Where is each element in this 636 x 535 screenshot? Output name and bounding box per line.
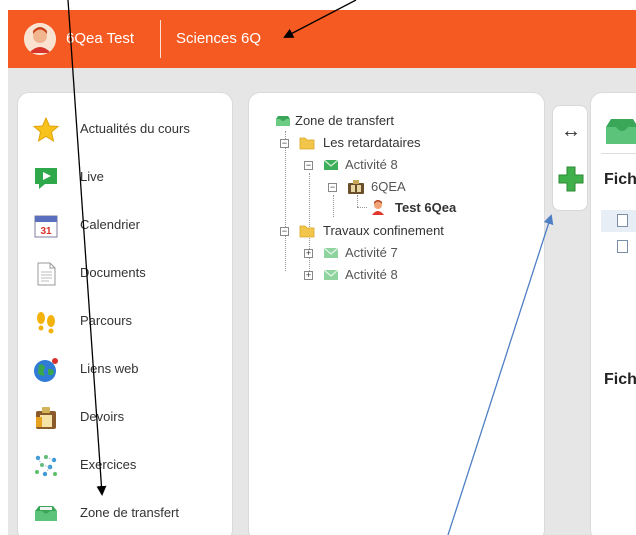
files-panel: Fich Fich (590, 92, 636, 535)
tree-expand-toggle[interactable]: + (304, 271, 313, 280)
envelope-icon (323, 159, 339, 170)
homework-icon (36, 407, 56, 429)
file-icon (617, 240, 628, 253)
add-item-button[interactable] (558, 166, 584, 192)
globe-icon (34, 358, 58, 382)
resize-panel-button[interactable]: ↔ (557, 120, 585, 142)
menu-item-zone-de-transfert[interactable]: Zone de transfert (18, 494, 234, 534)
transfer-tray-icon (35, 506, 57, 521)
folder-icon (299, 225, 315, 238)
tree-node-label: Les retardataires (323, 135, 421, 150)
tree-node-label: Activité 8 (345, 267, 398, 282)
exercises-icon (35, 455, 57, 477)
user-avatar[interactable] (24, 23, 56, 55)
star-icon (33, 117, 59, 143)
live-chat-icon (35, 168, 57, 189)
menu-item-live[interactable]: Live (18, 158, 234, 198)
calendar-day-number: 31 (40, 226, 52, 237)
green-plus-icon (558, 166, 584, 192)
file-icon (617, 214, 628, 227)
tree-node-label: Test 6Qea (395, 200, 457, 215)
group-briefcase-icon (348, 180, 364, 194)
calendar-icon: 31 (34, 215, 58, 238)
student-person-icon (372, 200, 384, 215)
menu-item-parcours[interactable]: Parcours (18, 302, 234, 342)
tree-collapse-toggle[interactable]: − (280, 227, 289, 236)
user-name[interactable]: 6Qea Test (66, 30, 134, 47)
tree-node-label: 6QEA (371, 179, 406, 194)
envelope-icon (323, 269, 339, 280)
transfer-tray-icon (276, 116, 290, 126)
header-divider (160, 20, 161, 58)
menu-item-devoirs[interactable]: Devoirs (18, 398, 234, 438)
tree-expand-toggle[interactable]: + (304, 249, 313, 258)
user-avatar-icon (24, 23, 56, 55)
folder-icon (299, 137, 315, 150)
menu-item-calendrier[interactable]: 31 Calendrier (18, 206, 234, 246)
menu-item-exercices[interactable]: Exercices (18, 446, 234, 486)
files-heading: Fich (604, 171, 636, 188)
course-title[interactable]: Sciences 6Q (176, 30, 261, 47)
files-heading: Fich (604, 371, 636, 388)
footprints-icon (37, 312, 55, 334)
tree-node-label: Activité 7 (345, 245, 398, 260)
envelope-icon (323, 247, 339, 258)
top-header: 6Qea Test Sciences 6Q (8, 10, 636, 68)
resize-arrows-icon: ↔ (561, 120, 581, 142)
tree-node-label: Activité 8 (345, 157, 398, 172)
tree-node-label: Zone de transfert (295, 113, 394, 128)
menu-item-label: Actualités du cours (80, 121, 190, 136)
tree-guide-line (333, 195, 334, 217)
menu-item-label: Zone de transfert (80, 505, 179, 520)
tree-collapse-toggle[interactable]: − (304, 161, 313, 170)
tree-node-label: Travaux confinement (323, 223, 444, 238)
tree-guide-line (285, 131, 286, 271)
transfer-tree-panel: Zone de transfert − Les retardataires − … (248, 92, 545, 535)
tree-tools-strip: ↔ (552, 105, 588, 211)
menu-item-label: Live (80, 169, 104, 184)
tree-guide-line (357, 195, 358, 207)
menu-item-label: Parcours (80, 313, 133, 328)
menu-item-label: Devoirs (80, 409, 125, 424)
transfer-tray-icon (606, 119, 636, 144)
tree-collapse-toggle[interactable]: − (280, 139, 289, 148)
menu-item-actualites[interactable]: Actualités du cours (18, 110, 234, 150)
menu-item-liens-web[interactable]: Liens web (18, 350, 234, 390)
menu-item-label: Exercices (80, 457, 137, 472)
tree-collapse-toggle[interactable]: − (328, 183, 337, 192)
menu-item-label: Documents (80, 265, 146, 280)
menu-item-documents[interactable]: Documents (18, 254, 234, 294)
course-menu: Actualités du cours Live 31 Calendrier D… (17, 92, 233, 535)
menu-item-label: Calendrier (80, 217, 140, 232)
document-icon (37, 262, 56, 286)
menu-item-label: Liens web (80, 361, 139, 376)
panel-divider (601, 153, 636, 154)
tree-guide-line (357, 207, 367, 208)
